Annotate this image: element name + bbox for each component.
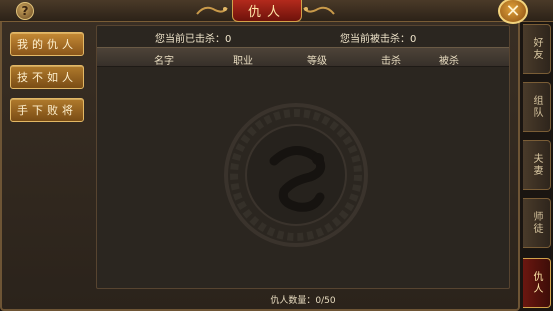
left-nav: 我的仇人 技不如人 手下败将 [10,32,86,131]
column-header-name: 名字 [154,56,174,67]
enemy-count: 仇人数量：0/50 [270,296,336,306]
tab-mentor[interactable]: 师徒 [523,198,551,248]
stats-row: 您当前已击杀：0 您当前被击杀：0 [97,26,509,46]
help-icon[interactable]: ? [16,2,34,20]
dragon-ornament-left-icon [196,6,228,15]
dragon-ornament-right-icon [303,6,335,15]
column-header-class: 职业 [233,56,253,67]
column-header-level: 等级 [307,56,327,67]
nav-defeated-foes-button[interactable]: 手下败将 [10,98,84,122]
nav-my-enemies-button[interactable]: 我的仇人 [10,32,84,56]
dragon-emblem-icon [224,103,368,247]
column-header-killed: 被杀 [439,56,459,67]
tab-friends[interactable]: 好友 [523,24,551,74]
tab-spouse[interactable]: 夫妻 [523,140,551,190]
tab-enemies[interactable]: 仇人 [523,258,551,308]
kills-stat: 您当前已击杀：0 [155,34,232,45]
table-header: 名字 职业 等级 击杀 被杀 [97,47,509,67]
window-title: 仇人 [232,0,302,22]
tab-team[interactable]: 组队 [523,82,551,132]
side-tabs: 好友 组队 夫妻 师徒 仇人 [520,22,553,311]
column-header-kills: 击杀 [381,56,401,67]
title-bar: ? 仇人 ✕ [0,0,553,24]
close-icon[interactable]: ✕ [498,0,528,24]
killed-by-stat: 您当前被击杀：0 [340,34,417,45]
enemy-list-panel: 您当前已击杀：0 您当前被击杀：0 名字 职业 等级 击杀 被杀 [96,25,510,289]
nav-outmatched-button[interactable]: 技不如人 [10,65,84,89]
